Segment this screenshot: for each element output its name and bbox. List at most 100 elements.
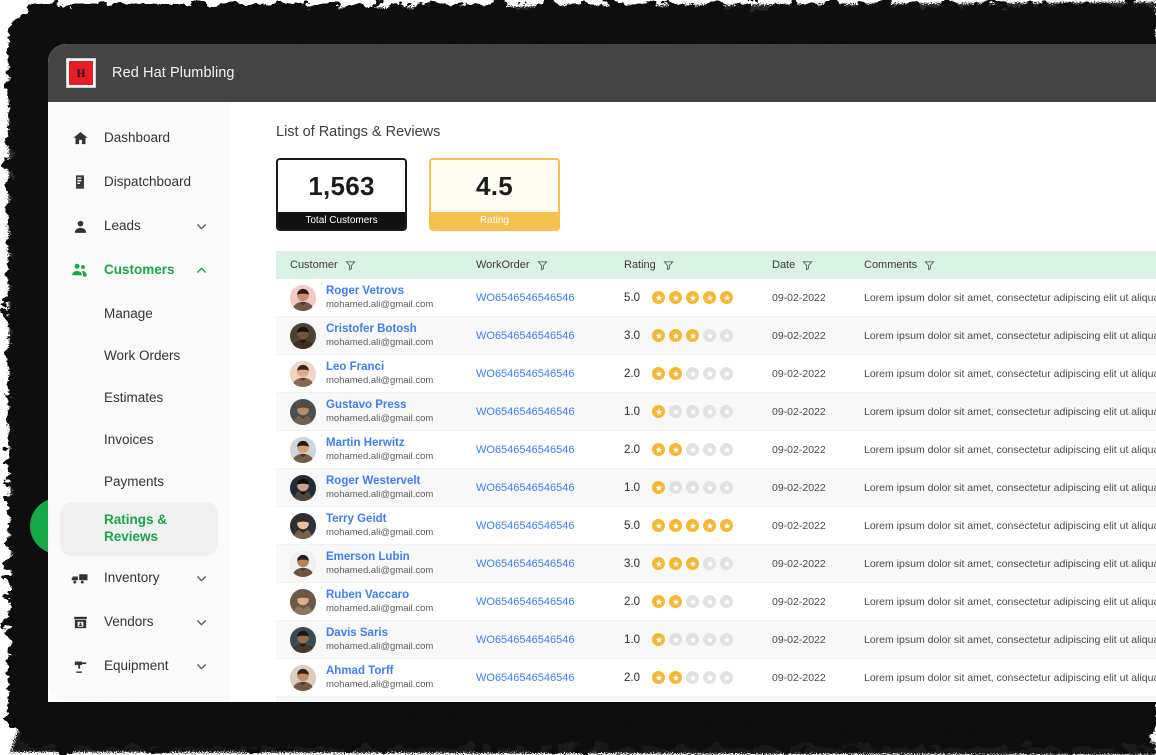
sidebar-subitem-ratings-reviews[interactable]: Ratings & Reviews xyxy=(60,502,218,556)
table-row[interactable]: Martin Herwitz mohamed.ali@gmail.com WO6… xyxy=(276,431,1156,469)
rating-value: 5.0 xyxy=(624,291,640,304)
star-rating[interactable] xyxy=(652,367,733,380)
table-row[interactable]: Ahmad Torff mohamed.ali@gmail.com WO6546… xyxy=(276,659,1156,697)
sidebar-subitem-manage[interactable]: Manage xyxy=(60,292,218,334)
chevron-down-icon[interactable] xyxy=(194,219,208,233)
star-rating[interactable] xyxy=(652,633,733,646)
star-icon xyxy=(703,671,716,684)
star-rating[interactable] xyxy=(652,329,733,342)
table-row[interactable]: Gustavo Press mohamed.ali@gmail.com WO65… xyxy=(276,393,1156,431)
date-cell: 09-02-2022 xyxy=(772,367,826,380)
rating-cell: 3.0 xyxy=(624,329,772,342)
customer-name[interactable]: Roger Vetrovs xyxy=(326,284,433,298)
sidebar-item-vendors[interactable]: Vendors xyxy=(60,600,218,644)
chevron-down-icon[interactable] xyxy=(194,571,208,585)
table-row[interactable]: Ruben Vaccaro mohamed.ali@gmail.com WO65… xyxy=(276,583,1156,621)
truck-icon xyxy=(70,568,90,588)
comment-cell: Lorem ipsum dolor sit amet, consectetur … xyxy=(864,367,1156,380)
workorder-link[interactable]: WO6546546546546 xyxy=(476,330,624,342)
sidebar-sublabel: Ratings & Reviews xyxy=(104,512,168,544)
workorder-link[interactable]: WO6546546546546 xyxy=(476,634,624,646)
star-rating[interactable] xyxy=(652,519,733,532)
customer-name[interactable]: Ahmad Torff xyxy=(326,664,433,678)
workorder-link[interactable]: WO6546546546546 xyxy=(476,444,624,456)
column-header-date[interactable]: Date xyxy=(772,259,864,271)
stat-card-rating: 4.5 Rating xyxy=(429,158,560,231)
sidebar-subitem-invoices[interactable]: Invoices xyxy=(60,418,218,460)
chevron-up-icon[interactable] xyxy=(194,263,208,277)
drill-icon xyxy=(70,656,90,676)
column-header-customer[interactable]: Customer xyxy=(290,259,476,271)
table-row[interactable]: Terry Geidt mohamed.ali@gmail.com WO6546… xyxy=(276,507,1156,545)
filter-icon[interactable] xyxy=(536,260,548,271)
filter-icon[interactable] xyxy=(924,260,935,271)
column-header-comments[interactable]: Comments xyxy=(864,259,1156,271)
sidebar-item-leads[interactable]: Leads xyxy=(60,204,218,248)
table-row[interactable]: Jaylon Workman mohamed.ali@gmail.com WO6… xyxy=(276,697,1156,702)
star-icon xyxy=(669,595,682,608)
customer-name[interactable]: Davis Saris xyxy=(326,626,433,640)
star-icon xyxy=(686,443,699,456)
customer-name[interactable]: Cristofer Botosh xyxy=(326,322,433,336)
customer-name[interactable]: Gustavo Press xyxy=(326,398,433,412)
filter-icon[interactable] xyxy=(345,260,356,271)
filter-icon[interactable] xyxy=(663,260,674,271)
star-icon xyxy=(720,557,733,570)
table-row[interactable]: Leo Franci mohamed.ali@gmail.com WO65465… xyxy=(276,355,1156,393)
star-rating[interactable] xyxy=(652,595,733,608)
workorder-link[interactable]: WO6546546546546 xyxy=(476,292,624,304)
customer-name[interactable]: Emerson Lubin xyxy=(326,550,433,564)
workorder-link[interactable]: WO6546546546546 xyxy=(476,672,624,684)
date-cell: 09-02-2022 xyxy=(772,329,826,342)
star-rating[interactable] xyxy=(652,671,733,684)
customer-name[interactable]: Leo Franci xyxy=(326,360,433,374)
workorder-link[interactable]: WO6546546546546 xyxy=(476,482,624,494)
sidebar-subitem-estimates[interactable]: Estimates xyxy=(60,376,218,418)
customer-email: mohamed.ali@gmail.com xyxy=(326,679,434,691)
star-rating[interactable] xyxy=(652,405,733,418)
workorder-link[interactable]: WO6546546546546 xyxy=(476,558,624,570)
svg-text:H: H xyxy=(77,68,86,80)
table-row[interactable]: Roger Vetrovs mohamed.ali@gmail.com WO65… xyxy=(276,279,1156,317)
star-icon xyxy=(720,633,733,646)
workorder-link[interactable]: WO6546546546546 xyxy=(476,596,624,608)
sidebar-sublabel: Payments xyxy=(104,473,165,489)
table-row[interactable]: Emerson Lubin mohamed.ali@gmail.com WO65… xyxy=(276,545,1156,583)
workorder-link[interactable]: WO6546546546546 xyxy=(476,406,624,418)
table-row[interactable]: Cristofer Botosh mohamed.ali@gmail.com W… xyxy=(276,317,1156,355)
star-icon xyxy=(652,329,665,342)
customer-cell: Ahmad Torff mohamed.ali@gmail.com xyxy=(290,664,476,691)
sidebar-subitem-payments[interactable]: Payments xyxy=(60,460,218,502)
chevron-down-icon[interactable] xyxy=(194,659,208,673)
customer-name[interactable]: Terry Geidt xyxy=(326,512,433,526)
star-rating[interactable] xyxy=(652,291,733,304)
workorder-link[interactable]: WO6546546546546 xyxy=(476,368,624,380)
star-rating[interactable] xyxy=(652,481,733,494)
table-row[interactable]: Davis Saris mohamed.ali@gmail.com WO6546… xyxy=(276,621,1156,659)
rating-value: 2.0 xyxy=(624,671,640,684)
chevron-down-icon[interactable] xyxy=(194,615,208,629)
table-row[interactable]: Roger Westervelt mohamed.ali@gmail.com W… xyxy=(276,469,1156,507)
column-header-rating[interactable]: Rating xyxy=(624,259,772,271)
customer-email: mohamed.ali@gmail.com xyxy=(326,337,434,349)
comment-cell: Lorem ipsum dolor sit amet, consectetur … xyxy=(864,481,1156,494)
brand-name: Red Hat Plumbling xyxy=(112,65,235,81)
date-cell: 09-02-2022 xyxy=(772,519,826,532)
star-icon xyxy=(720,291,733,304)
sidebar-item-dashboard[interactable]: Dashboard xyxy=(60,116,218,160)
customer-name[interactable]: Ruben Vaccaro xyxy=(326,588,433,602)
customer-name[interactable]: Martin Herwitz xyxy=(326,436,433,450)
customer-cell: Ruben Vaccaro mohamed.ali@gmail.com xyxy=(290,588,476,615)
filter-icon[interactable] xyxy=(802,260,813,271)
sidebar-item-inventory[interactable]: Inventory xyxy=(60,556,218,600)
customer-name[interactable]: Roger Westervelt xyxy=(326,474,433,488)
sidebar-item-customers[interactable]: Customers xyxy=(60,248,218,292)
column-header-workorder[interactable]: WorkOrder xyxy=(476,259,624,271)
sidebar-item-equipment[interactable]: Equipment xyxy=(60,644,218,688)
star-rating[interactable] xyxy=(652,557,733,570)
star-rating[interactable] xyxy=(652,443,733,456)
workorder-link[interactable]: WO6546546546546 xyxy=(476,520,624,532)
sidebar-subitem-work-orders[interactable]: Work Orders xyxy=(60,334,218,376)
star-icon xyxy=(720,519,733,532)
sidebar-item-dispatchboard[interactable]: Dispatchboard xyxy=(60,160,218,204)
